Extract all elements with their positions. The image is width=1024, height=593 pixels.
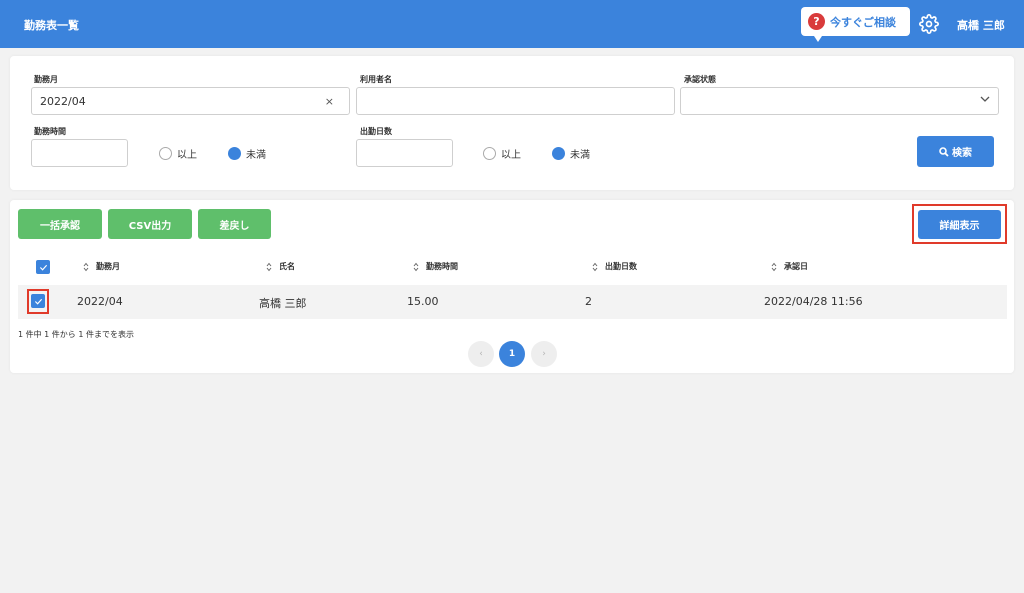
user-name-label: 利用者名 — [360, 75, 392, 84]
radio-dot — [159, 147, 172, 160]
column-approved[interactable]: 承認日 — [771, 261, 808, 272]
days-above-radio[interactable]: 以上 — [483, 146, 521, 161]
table-header: 勤務月 氏名 勤務時間 出勤日数 承認日 — [18, 250, 1007, 284]
column-hours[interactable]: 勤務時間 — [413, 261, 458, 272]
column-approved-label: 承認日 — [784, 262, 808, 271]
days-field[interactable] — [356, 139, 453, 167]
consult-button[interactable]: ? 今すぐご相談 — [801, 7, 910, 42]
column-days-label: 出勤日数 — [605, 262, 637, 271]
search-icon — [939, 146, 949, 157]
row-checkbox-highlight — [27, 289, 49, 314]
sort-icon — [771, 262, 777, 271]
cell-approved-date: 2022/04/28 11:56 — [764, 295, 863, 308]
result-summary: 1 件中 1 件から 1 件までを表示 — [18, 330, 134, 339]
filter-panel: 勤務月 2022/04 × 利用者名 承認状態 勤務時間 以上 未満 出勤日数 … — [10, 56, 1014, 190]
month-field[interactable]: 2022/04 × — [31, 87, 350, 115]
gear-icon[interactable] — [919, 14, 939, 34]
prev-page-button[interactable]: ‹ — [468, 341, 494, 367]
row-checkbox[interactable] — [31, 294, 45, 308]
month-label: 勤務月 — [34, 75, 58, 84]
approval-select[interactable] — [680, 87, 999, 115]
approval-label: 承認状態 — [684, 75, 716, 84]
sort-icon — [592, 262, 598, 271]
next-page-button[interactable]: › — [531, 341, 557, 367]
detail-button-highlight: 詳細表示 — [912, 204, 1007, 244]
detail-button[interactable]: 詳細表示 — [918, 210, 1001, 239]
days-above-label: 以上 — [501, 150, 521, 161]
check-icon — [34, 298, 42, 305]
sort-icon — [266, 262, 272, 271]
check-icon — [39, 264, 47, 271]
hours-field[interactable] — [31, 139, 128, 167]
sort-icon — [413, 262, 419, 271]
hours-below-label: 未満 — [246, 150, 266, 161]
user-name-field[interactable] — [356, 87, 675, 115]
column-hours-label: 勤務時間 — [426, 262, 458, 271]
clear-icon[interactable]: × — [325, 95, 334, 108]
column-name-label: 氏名 — [279, 262, 295, 271]
csv-export-button[interactable]: CSV出力 — [108, 209, 192, 239]
month-value: 2022/04 — [40, 94, 86, 108]
radio-dot — [483, 147, 496, 160]
days-below-label: 未満 — [570, 150, 590, 161]
cell-name: 高橋 三郎 — [259, 297, 307, 310]
days-below-radio[interactable]: 未満 — [552, 146, 590, 161]
page-button-current[interactable]: 1 — [499, 341, 525, 367]
search-button[interactable]: 検索 — [917, 136, 994, 167]
question-icon: ? — [808, 13, 825, 30]
column-month-label: 勤務月 — [96, 262, 120, 271]
days-label: 出勤日数 — [360, 127, 392, 136]
consult-button-label: 今すぐご相談 — [830, 15, 896, 29]
search-button-label: 検索 — [952, 148, 972, 159]
hours-above-radio[interactable]: 以上 — [159, 146, 197, 161]
bulk-approve-button[interactable]: 一括承認 — [18, 209, 102, 239]
send-back-button[interactable]: 差戻し — [198, 209, 271, 239]
app-header: 勤務表一覧 ? 今すぐご相談 高橋 三郎 — [0, 0, 1024, 48]
column-name[interactable]: 氏名 — [266, 261, 295, 272]
chevron-down-icon — [980, 96, 990, 102]
cell-days: 2 — [585, 295, 592, 308]
radio-dot-selected — [552, 147, 565, 160]
column-days[interactable]: 出勤日数 — [592, 261, 637, 272]
hours-label: 勤務時間 — [34, 127, 66, 136]
table-row[interactable]: 2022/04 高橋 三郎 15.00 2 2022/04/28 11:56 — [18, 285, 1007, 319]
hours-above-label: 以上 — [177, 150, 197, 161]
cell-hours: 15.00 — [407, 295, 439, 308]
hours-below-radio[interactable]: 未満 — [228, 146, 266, 161]
page-title: 勤務表一覧 — [24, 19, 79, 32]
timesheet-list-panel: 一括承認 CSV出力 差戻し 詳細表示 勤務月 氏名 勤務時間 出勤日数 承認日 — [10, 200, 1014, 373]
sort-icon — [83, 262, 89, 271]
user-name[interactable]: 高橋 三郎 — [957, 17, 1005, 33]
radio-dot-selected — [228, 147, 241, 160]
cell-month: 2022/04 — [77, 295, 123, 308]
select-all-checkbox[interactable] — [36, 260, 50, 274]
column-month[interactable]: 勤務月 — [83, 261, 120, 272]
